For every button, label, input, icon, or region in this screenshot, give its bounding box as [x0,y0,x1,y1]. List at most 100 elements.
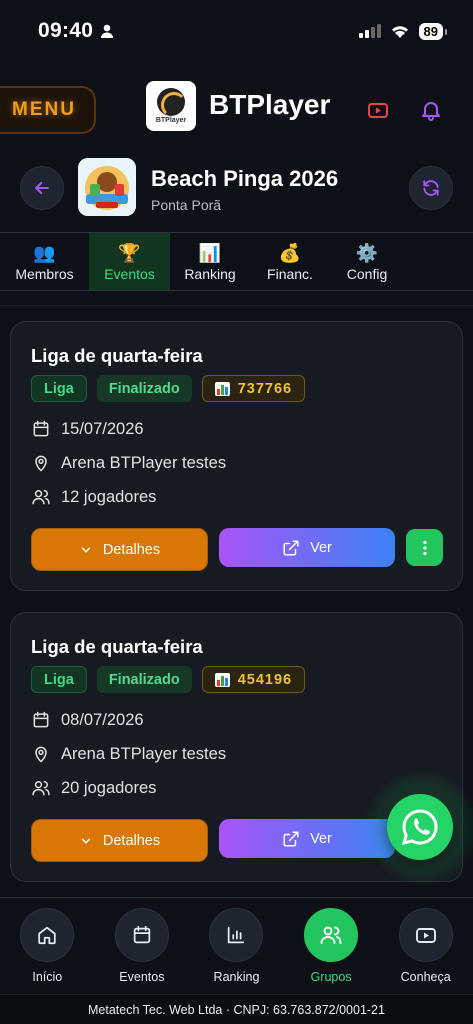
bottom-navigation: Início Eventos Ranking Grupos Conheça [0,897,473,993]
nav-button[interactable] [114,908,169,962]
nav-button[interactable] [398,908,453,962]
score-value: 737766 [237,380,293,397]
details-label: Detalhes [102,541,161,558]
tab-label: Config [346,265,388,282]
event-title: Liga de quarta-feira [31,636,203,657]
users-icon [320,926,342,944]
event-date: 15/07/2026 [61,419,144,438]
group-location: Ponta Porã [151,197,222,213]
nav-grupos[interactable]: Grupos [284,898,379,993]
nav-label: Ranking [213,970,260,984]
group-tabs: 👥 Membros 🏆 Eventos 📊 Ranking 💰 Financ. … [0,232,473,291]
view-label: Ver [310,539,332,556]
tab-label: Ranking [184,265,236,282]
tab-label: Membros [15,265,74,282]
gear-icon: ⚙️ [355,242,379,263]
nav-button[interactable] [209,908,264,962]
nav-eventos[interactable]: Eventos [95,898,190,993]
score-badge: 454196 [201,666,306,693]
status-time: 09:40 [38,19,94,42]
map-pin-icon [35,746,47,763]
event-location-row: Arena BTPlayer testes [31,453,226,473]
status-bar: 09:40 89 [0,0,473,62]
event-date: 08/07/2026 [61,710,144,729]
calendar-icon [133,925,151,944]
event-players: 12 jogadores [61,487,157,506]
menu-button[interactable]: MENU [0,86,96,134]
nav-label: Início [32,970,63,984]
nav-label: Grupos [310,970,352,984]
event-location-row: Arena BTPlayer testes [31,744,226,764]
event-players: 20 jogadores [61,778,157,797]
chevron-down-icon [81,838,91,844]
nav-label: Eventos [119,970,165,984]
event-date-row: 15/07/2026 [31,419,144,439]
refresh-icon [423,180,439,196]
more-options-button[interactable] [406,529,443,566]
event-players-row: 12 jogadores [31,487,156,507]
more-vertical-icon [422,540,427,555]
whatsapp-button[interactable] [387,794,453,860]
nav-label: Conheça [400,970,451,984]
bar-chart-icon [214,672,230,687]
members-icon: 👥 [33,242,56,263]
event-badges: Liga Finalizado 737766 [31,375,306,402]
back-button[interactable] [20,166,64,210]
status-icons: 89 [358,22,448,40]
event-location: Arena BTPlayer testes [61,453,227,472]
tab-eventos[interactable]: 🏆 Eventos [89,233,170,290]
nav-ranking[interactable]: Ranking [189,898,284,993]
view-button[interactable]: Ver [219,528,395,567]
nav-inicio[interactable]: Início [0,898,95,993]
bell-icon[interactable] [419,98,443,122]
group-header: Beach Pinga 2026 Ponta Porã [0,158,473,220]
event-card: Liga de quarta-feira Liga Finalizado 737… [10,321,463,591]
nav-button[interactable] [304,908,359,962]
person-icon [101,24,114,38]
tab-label: Financ. [267,265,313,282]
nav-conheca[interactable]: Conheça [378,898,473,993]
tab-config[interactable]: ⚙️ Config [330,233,404,290]
youtube-icon [415,928,436,943]
whatsapp-icon [401,809,438,846]
signal-icon [358,24,381,38]
chevron-down-icon [81,547,91,553]
chart-icon: 📊 [198,242,222,263]
brand-logo: BTPlayer [146,81,196,131]
details-button[interactable]: Detalhes [31,528,208,571]
status-badge: Finalizado [96,375,192,402]
tab-ranking[interactable]: 📊 Ranking [170,233,250,290]
group-logo-image [78,158,136,216]
app-header: MENU BTPlayer BTPlayer [0,76,473,138]
tab-membros[interactable]: 👥 Membros [0,233,89,290]
trophy-icon: 🏆 [118,242,141,263]
map-pin-icon [35,455,47,472]
external-link-icon [283,540,299,555]
bar-chart-icon [228,926,245,944]
calendar-icon [33,420,49,437]
refresh-button[interactable] [409,166,453,210]
nav-button[interactable] [20,908,75,962]
event-players-row: 20 jogadores [31,778,156,798]
brand-logo-text: BTPlayer [155,117,187,124]
tab-label: Eventos [104,265,155,282]
users-icon [32,490,50,505]
youtube-icon[interactable] [366,98,390,122]
event-location: Arena BTPlayer testes [61,744,227,763]
view-label: Ver [310,830,332,847]
money-bag-icon: 💰 [278,242,302,263]
details-button[interactable]: Detalhes [31,819,208,862]
group-logo [78,158,136,216]
external-link-icon [283,831,299,846]
tab-financ[interactable]: 💰 Financ. [250,233,330,290]
footer: Metatech Tec. Web Ltda · CNPJ: 63.763.87… [0,994,473,1024]
group-title: Beach Pinga 2026 [151,166,339,191]
users-icon [32,781,50,796]
arrow-left-icon [35,181,49,195]
event-date-row: 08/07/2026 [31,710,144,730]
score-badge: 737766 [201,375,306,402]
brand-name: BTPlayer [209,89,331,120]
event-title: Liga de quarta-feira [31,345,203,366]
ball-icon [157,88,187,118]
bar-chart-icon [214,381,230,396]
